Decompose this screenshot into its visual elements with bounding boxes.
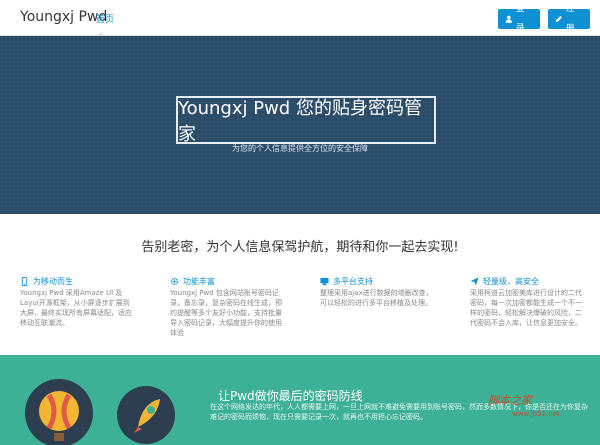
nav-home-link[interactable]: 首页 — [96, 12, 114, 25]
brand-title[interactable]: Youngxj Pwd — [20, 9, 107, 25]
hot-air-balloon-illustration — [25, 379, 93, 445]
register-label: 注册 — [565, 4, 575, 34]
gear-icon — [170, 277, 179, 285]
hero-title: Youngxj Pwd 您的贴身密码管家 — [178, 98, 422, 145]
mobile-icon — [21, 276, 28, 286]
feature-item: 轻量级，高安全 采用柯道云加密美库进行设计的二代密码，每一次加密都能生成一个不一… — [470, 276, 586, 338]
feature-list: 为移动而生 Youngxj Pwd 采用Amaze UI 及 Layui开源框架… — [20, 276, 586, 338]
feature-title: 多平台支持 — [333, 276, 373, 286]
feature-item: 多平台支持 整理采用ajax进行数据的增删改查，可以轻松的进行多平台移植及处理。 — [320, 276, 436, 338]
send-icon — [470, 276, 479, 286]
feature-description: 整理采用ajax进行数据的增删改查，可以轻松的进行多平台移植及处理。 — [320, 289, 433, 307]
slogan-heading: 告别老密，为个人信息保驾护航，期待和你一起去实现! — [141, 240, 459, 255]
feature-title: 为移动而生 — [33, 276, 73, 286]
desktop-icon — [320, 277, 329, 285]
feature-title: 轻量级，高安全 — [483, 276, 539, 286]
feature-item: 功能丰富 Youngxj Pwd 包含网站账号密码记录，备忘录，复杂密码在线生成… — [170, 276, 286, 338]
user-icon — [505, 15, 512, 23]
login-button[interactable]: 登录 — [498, 4, 540, 34]
rocket-illustration — [117, 386, 175, 444]
feature-item: 为移动而生 Youngxj Pwd 采用Amaze UI 及 Layui开源框架… — [20, 276, 136, 338]
feature-description: Youngxj Pwd 包含网站账号密码记录，备忘录，复杂密码在线生成，预约提醒… — [170, 289, 282, 337]
login-label: 登录 — [515, 4, 525, 34]
pencil-icon — [555, 15, 562, 23]
hero-banner: Youngxj Pwd 您的贴身密码管家 为您的个人信息提供全方位的安全保障 — [0, 36, 600, 214]
register-button[interactable]: 注册 — [548, 4, 590, 34]
watermark-url: www.jb51.net — [512, 410, 560, 418]
top-navbar: Youngxj Pwd 首页 登录 注册 — [0, 0, 600, 36]
hero-subtitle: 为您的个人信息提供全方位的安全保障 — [232, 144, 368, 153]
feature-description: 采用柯道云加密美库进行设计的二代密码，每一次加密都能生成一个不一样的密码，轻松解… — [470, 289, 582, 327]
feature-title: 功能丰富 — [183, 276, 215, 286]
feature-description: Youngxj Pwd 采用Amaze UI 及 Layui开源框架，从小屏逐步… — [20, 289, 132, 327]
watermark-logo: 脚本之家 — [488, 394, 532, 407]
hero-title-frame: Youngxj Pwd 您的贴身密码管家 — [176, 96, 436, 145]
